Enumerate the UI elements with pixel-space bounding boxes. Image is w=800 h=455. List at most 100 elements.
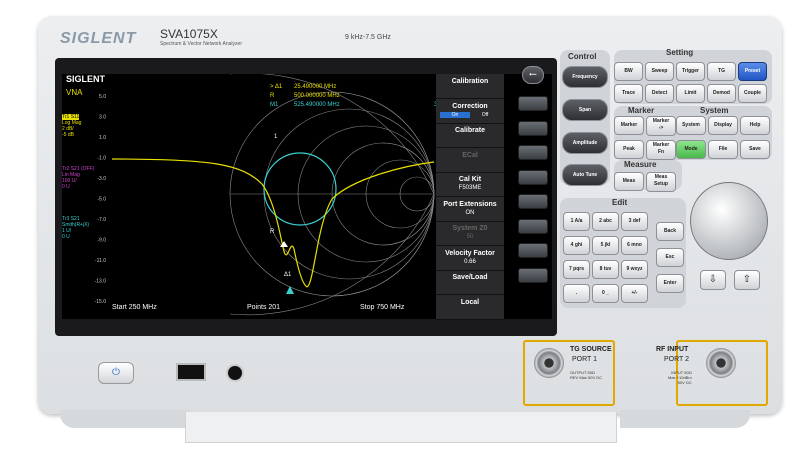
y-tick-label: 1.0 (99, 135, 106, 141)
control-frequency-button[interactable]: Frequency (562, 66, 608, 88)
brand-logo: SIGLENT (60, 30, 137, 47)
rf-input-connector[interactable] (706, 348, 736, 378)
softkey-title: System Z0 (452, 225, 488, 232)
system-help-button[interactable]: Help (740, 116, 770, 135)
setting-tg-button[interactable]: TG (707, 62, 736, 81)
tg-source-connector[interactable] (534, 348, 564, 378)
softkey-3[interactable]: ECal (436, 148, 504, 173)
back-return-button[interactable]: ⟵ (522, 66, 544, 84)
softkey-hardware-button[interactable] (518, 169, 548, 185)
correction-toggle-off[interactable]: Off (470, 112, 500, 118)
softkey-value: 0.66 (464, 258, 476, 265)
softkey-6[interactable]: System Z0 50 (436, 221, 504, 246)
marker-button-3[interactable]: Marker Fn (646, 140, 676, 160)
stop-frequency: Stop 750 MHz (360, 304, 405, 311)
y-tick-label: -9.0 (97, 238, 106, 244)
softkey-7[interactable]: Velocity Factor 0.66 (436, 246, 504, 271)
keypad-key-4[interactable]: 5 jkl (592, 236, 619, 255)
softkey-1[interactable]: Correction On Off (436, 99, 504, 124)
rotary-knob[interactable] (690, 182, 768, 260)
marker-delta-label: Δ1 (284, 272, 292, 278)
edit-enter-button[interactable]: Enter (656, 274, 684, 293)
measure-button-1[interactable]: Meas Setup (646, 172, 676, 192)
keypad-key-3[interactable]: 4 ghi (563, 236, 590, 255)
keypad-key-9[interactable]: . (563, 284, 590, 303)
marker-button-0[interactable]: Marker (614, 116, 644, 135)
keypad-key-6[interactable]: 7 pqrs (563, 260, 590, 279)
softkey-hardware-button[interactable] (518, 243, 548, 258)
edit-back-button[interactable]: Back (656, 222, 684, 241)
softkey-hardware-button[interactable] (518, 145, 548, 160)
up-arrow-button[interactable]: ⇧ (734, 270, 760, 290)
power-button[interactable]: ⏻ (98, 362, 134, 384)
system-mode-button[interactable]: Mode (676, 140, 706, 159)
setting-detect-button[interactable]: Detect (645, 84, 674, 103)
system-system-button[interactable]: System (676, 116, 706, 135)
system-save-button[interactable]: Save (740, 140, 770, 159)
setting-preset-button[interactable]: Preset (738, 62, 767, 81)
control-span-button[interactable]: Span (562, 99, 608, 121)
setting-demod-button[interactable]: Demod (707, 84, 736, 103)
softkey-value: ON (465, 209, 475, 216)
system-display-button[interactable]: Display (708, 116, 738, 135)
softkey-5[interactable]: Port Extensions ON (436, 197, 504, 222)
down-arrow-button[interactable]: ⇩ (700, 270, 726, 290)
setting-bw-button[interactable]: BW (614, 62, 643, 81)
system-header: System (700, 106, 729, 115)
measure-button-0[interactable]: Meas (614, 172, 644, 191)
usb-port[interactable] (176, 363, 206, 381)
softkey-4[interactable]: Cal Kit F503ME (436, 172, 504, 197)
softkey-hardware-button[interactable] (518, 96, 548, 111)
softkey-title: Velocity Factor (445, 249, 495, 257)
marker-table-name: R (270, 93, 275, 99)
keypad-key-0[interactable]: 1 A/a (563, 212, 590, 231)
softkey-title: Save/Load (452, 274, 488, 281)
marker-table-name: > Δ1 (270, 84, 283, 90)
setting-trigger-button[interactable]: Trigger (676, 62, 705, 81)
softkey-9[interactable]: Local (436, 295, 504, 320)
keypad-key-5[interactable]: 6 mno (621, 236, 648, 255)
rf-input-spec: INPUT 50Ω Max +10dBm 50V DC (668, 370, 692, 385)
softkey-hardware-button[interactable] (518, 267, 548, 283)
setting-couple-button[interactable]: Couple (738, 84, 767, 103)
ref-marker-icon (280, 241, 288, 247)
keypad-key-1[interactable]: 2 abc (592, 212, 619, 231)
softkey-hardware-button[interactable] (518, 218, 548, 234)
softkey-8[interactable]: Save/Load (436, 270, 504, 295)
setting-limit-button[interactable]: Limit (676, 84, 705, 103)
keypad-key-8[interactable]: 9 wxyz (621, 260, 648, 279)
softkey-title: Calibration (451, 78, 489, 85)
keypad-key-10[interactable]: 0 _ (592, 284, 619, 303)
softkey-hardware-button[interactable] (518, 120, 548, 136)
softkey-title: Correction (452, 102, 488, 110)
smith-x-arc-6 (229, 193, 435, 316)
marker-button-2[interactable]: Peak (614, 140, 644, 159)
softkey-0[interactable]: Calibration (436, 74, 504, 99)
system-file-button[interactable]: File (708, 140, 738, 159)
tg-source-spec: OUTPUT 50Ω REV Max 50V DC (570, 370, 603, 380)
rf-input-port: PORT 2 (664, 356, 690, 363)
smith-x-arc-4 (382, 193, 435, 246)
softkey-title: ECal (462, 151, 478, 159)
setting-trace-button[interactable]: Trace (614, 84, 643, 103)
softkey-value: 50 (466, 234, 474, 240)
keypad-key-2[interactable]: 3 def (621, 212, 648, 231)
keypad-key-7[interactable]: 8 tuv (592, 260, 619, 279)
softkey-hardware-button[interactable] (518, 194, 548, 209)
softkey-title: Cal Kit (458, 176, 482, 183)
audio-jack[interactable] (226, 364, 244, 382)
edit-esc-button[interactable]: Esc (656, 248, 684, 267)
points-count: Points 201 (247, 304, 281, 311)
keypad-key-11[interactable]: +/- (621, 284, 648, 303)
marker-table-freq: 500.000000 MHz (294, 93, 340, 99)
setting-sweep-button[interactable]: Sweep (645, 62, 674, 81)
marker-button-1[interactable]: Marker -> (646, 116, 676, 136)
y-tick-label: -1.0 (97, 156, 106, 162)
softkey-2[interactable]: Calibrate (436, 123, 504, 148)
correction-toggle-on[interactable]: On (440, 111, 470, 118)
control-amplitude-button[interactable]: Amplitude (562, 132, 608, 154)
control-auto-tune-button[interactable]: Auto Tune (562, 164, 608, 186)
y-tick-label: -3.0 (97, 176, 106, 182)
stand (185, 412, 617, 443)
measure-header: Measure (624, 160, 657, 169)
